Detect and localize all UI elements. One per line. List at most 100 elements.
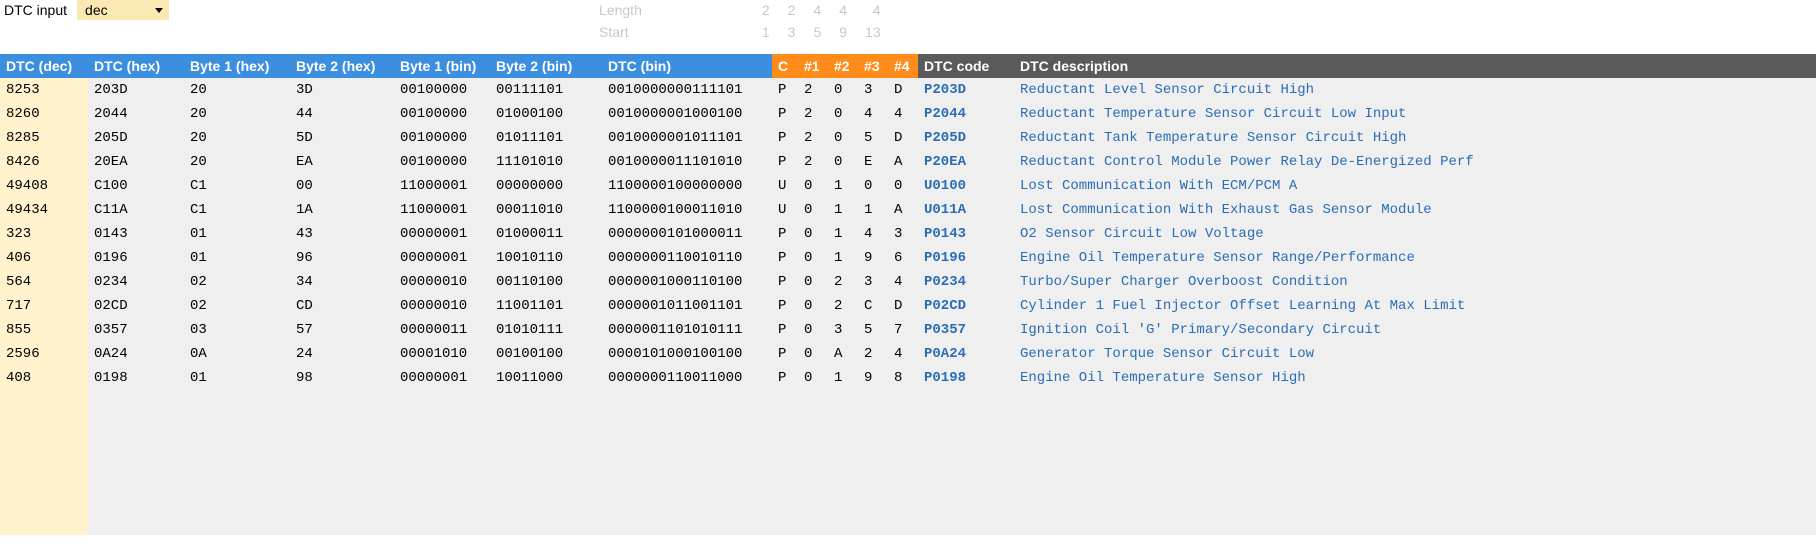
char2-cell: 1 — [828, 246, 858, 270]
byte2-hex-cell: CD — [290, 294, 394, 318]
char3-cell: 4 — [858, 102, 888, 126]
dtc-code-cell: P203D — [918, 78, 1014, 102]
meta-value: 5 — [805, 24, 829, 44]
byte1-hex-cell: 03 — [184, 318, 290, 342]
char3-cell: 2 — [858, 342, 888, 366]
char3-cell: 9 — [858, 246, 888, 270]
char4-cell: 4 — [888, 342, 918, 366]
dtc-bin-cell: 0010000011101010 — [602, 150, 772, 174]
dec-cell: 8426 — [0, 150, 88, 174]
byte2-bin-cell: 11001101 — [490, 294, 602, 318]
byte1-hex-cell: 20 — [184, 102, 290, 126]
hex-cell: 0357 — [88, 318, 184, 342]
byte2-bin-cell: 01000011 — [490, 222, 602, 246]
char3-cell: 5 — [858, 318, 888, 342]
byte1-bin-cell: 00000010 — [394, 270, 490, 294]
byte1-hex-cell: 20 — [184, 150, 290, 174]
dec-cell: 8253 — [0, 78, 88, 102]
dtc-code-cell: P02CD — [918, 294, 1014, 318]
byte1-bin-cell: 00000001 — [394, 222, 490, 246]
table-row: 8260204420440010000001000100001000000100… — [0, 102, 1816, 126]
char1-cell: 2 — [798, 150, 828, 174]
dtc-description-cell: O2 Sensor Circuit Low Voltage — [1014, 222, 1816, 246]
category-cell: P — [772, 366, 798, 390]
category-cell: P — [772, 102, 798, 126]
byte1-hex-cell: 02 — [184, 294, 290, 318]
byte1-bin-cell: 00001010 — [394, 342, 490, 366]
dtc-bin-cell: 0010000000111101 — [602, 78, 772, 102]
char4-cell: 4 — [888, 102, 918, 126]
table-row: 3230143014300000001010000110000000101000… — [0, 222, 1816, 246]
char4-cell: 3 — [888, 222, 918, 246]
byte2-bin-cell: 00000000 — [490, 174, 602, 198]
dtc-description-cell: Lost Communication With ECM/PCM A — [1014, 174, 1816, 198]
col-dec-header: DTC (dec) — [0, 54, 88, 78]
char4-cell: D — [888, 126, 918, 150]
dtc-code-cell: U0100 — [918, 174, 1014, 198]
meta-value: 13 — [857, 24, 889, 44]
hex-cell: 20EA — [88, 150, 184, 174]
byte1-bin-cell: 00100000 — [394, 126, 490, 150]
dtc-bin-cell: 0000000110011000 — [602, 366, 772, 390]
char4-cell: 7 — [888, 318, 918, 342]
dec-column-blank — [0, 390, 88, 535]
char4-cell: D — [888, 78, 918, 102]
char3-cell: E — [858, 150, 888, 174]
col-c-header: C — [772, 54, 798, 78]
dtc-bin-cell: 0000001101010111 — [602, 318, 772, 342]
byte1-bin-cell: 11000001 — [394, 174, 490, 198]
dtc-code-cell: U011A — [918, 198, 1014, 222]
char1-cell: 0 — [798, 174, 828, 198]
byte2-hex-cell: 5D — [290, 126, 394, 150]
dec-cell: 49434 — [0, 198, 88, 222]
dtc-description-cell: Turbo/Super Charger Overboost Condition — [1014, 270, 1816, 294]
col-n3-header: #3 — [858, 54, 888, 78]
table-row: 49408C100C100110000010000000011000001000… — [0, 174, 1816, 198]
char4-cell: 0 — [888, 174, 918, 198]
byte1-hex-cell: 01 — [184, 246, 290, 270]
table-row: 8285205D205D0010000001011101001000000101… — [0, 126, 1816, 150]
col-b1b-header: Byte 1 (bin) — [394, 54, 490, 78]
dec-cell: 8260 — [0, 102, 88, 126]
top-bar: DTC input dec Length22444Start135913 — [0, 0, 1816, 46]
char2-cell: 1 — [828, 198, 858, 222]
char2-cell: 0 — [828, 102, 858, 126]
char1-cell: 0 — [798, 366, 828, 390]
col-n4-header: #4 — [888, 54, 918, 78]
dec-cell: 49408 — [0, 174, 88, 198]
hex-cell: C100 — [88, 174, 184, 198]
meta-label: Length — [591, 2, 752, 22]
dtc-input-select[interactable]: dec — [77, 0, 169, 20]
dtc-description-cell: Reductant Temperature Sensor Circuit Low… — [1014, 102, 1816, 126]
dec-cell: 406 — [0, 246, 88, 270]
dtc-description-cell: Ignition Coil 'G' Primary/Secondary Circ… — [1014, 318, 1816, 342]
char1-cell: 0 — [798, 222, 828, 246]
dtc-bin-cell: 0000000101000011 — [602, 222, 772, 246]
char2-cell: 0 — [828, 78, 858, 102]
meta-block: Length22444Start135913 — [589, 0, 891, 46]
dtc-bin-cell: 0000001011001101 — [602, 294, 772, 318]
dtc-code-cell: P0198 — [918, 366, 1014, 390]
table-row: 4060196019600000001100101100000000110010… — [0, 246, 1816, 270]
hex-cell: 0143 — [88, 222, 184, 246]
dtc-description-cell: Reductant Tank Temperature Sensor Circui… — [1014, 126, 1816, 150]
char4-cell: 4 — [888, 270, 918, 294]
dtc-code-cell: P0357 — [918, 318, 1014, 342]
table-row: 49434C11AC11A110000010001101011000001000… — [0, 198, 1816, 222]
meta-value: 4 — [805, 2, 829, 22]
dtc-table: DTC (dec) DTC (hex) Byte 1 (hex) Byte 2 … — [0, 54, 1816, 390]
byte2-bin-cell: 00111101 — [490, 78, 602, 102]
byte1-hex-cell: 02 — [184, 270, 290, 294]
char4-cell: A — [888, 150, 918, 174]
dec-cell: 855 — [0, 318, 88, 342]
char4-cell: 8 — [888, 366, 918, 390]
dtc-input-value: dec — [85, 2, 108, 18]
meta-value: 3 — [780, 24, 804, 44]
byte2-bin-cell: 00011010 — [490, 198, 602, 222]
hex-cell: 0A24 — [88, 342, 184, 366]
dtc-bin-cell: 1100000100000000 — [602, 174, 772, 198]
category-cell: P — [772, 270, 798, 294]
table-row: 4080198019800000001100110000000000110011… — [0, 366, 1816, 390]
category-cell: P — [772, 150, 798, 174]
dec-cell: 8285 — [0, 126, 88, 150]
